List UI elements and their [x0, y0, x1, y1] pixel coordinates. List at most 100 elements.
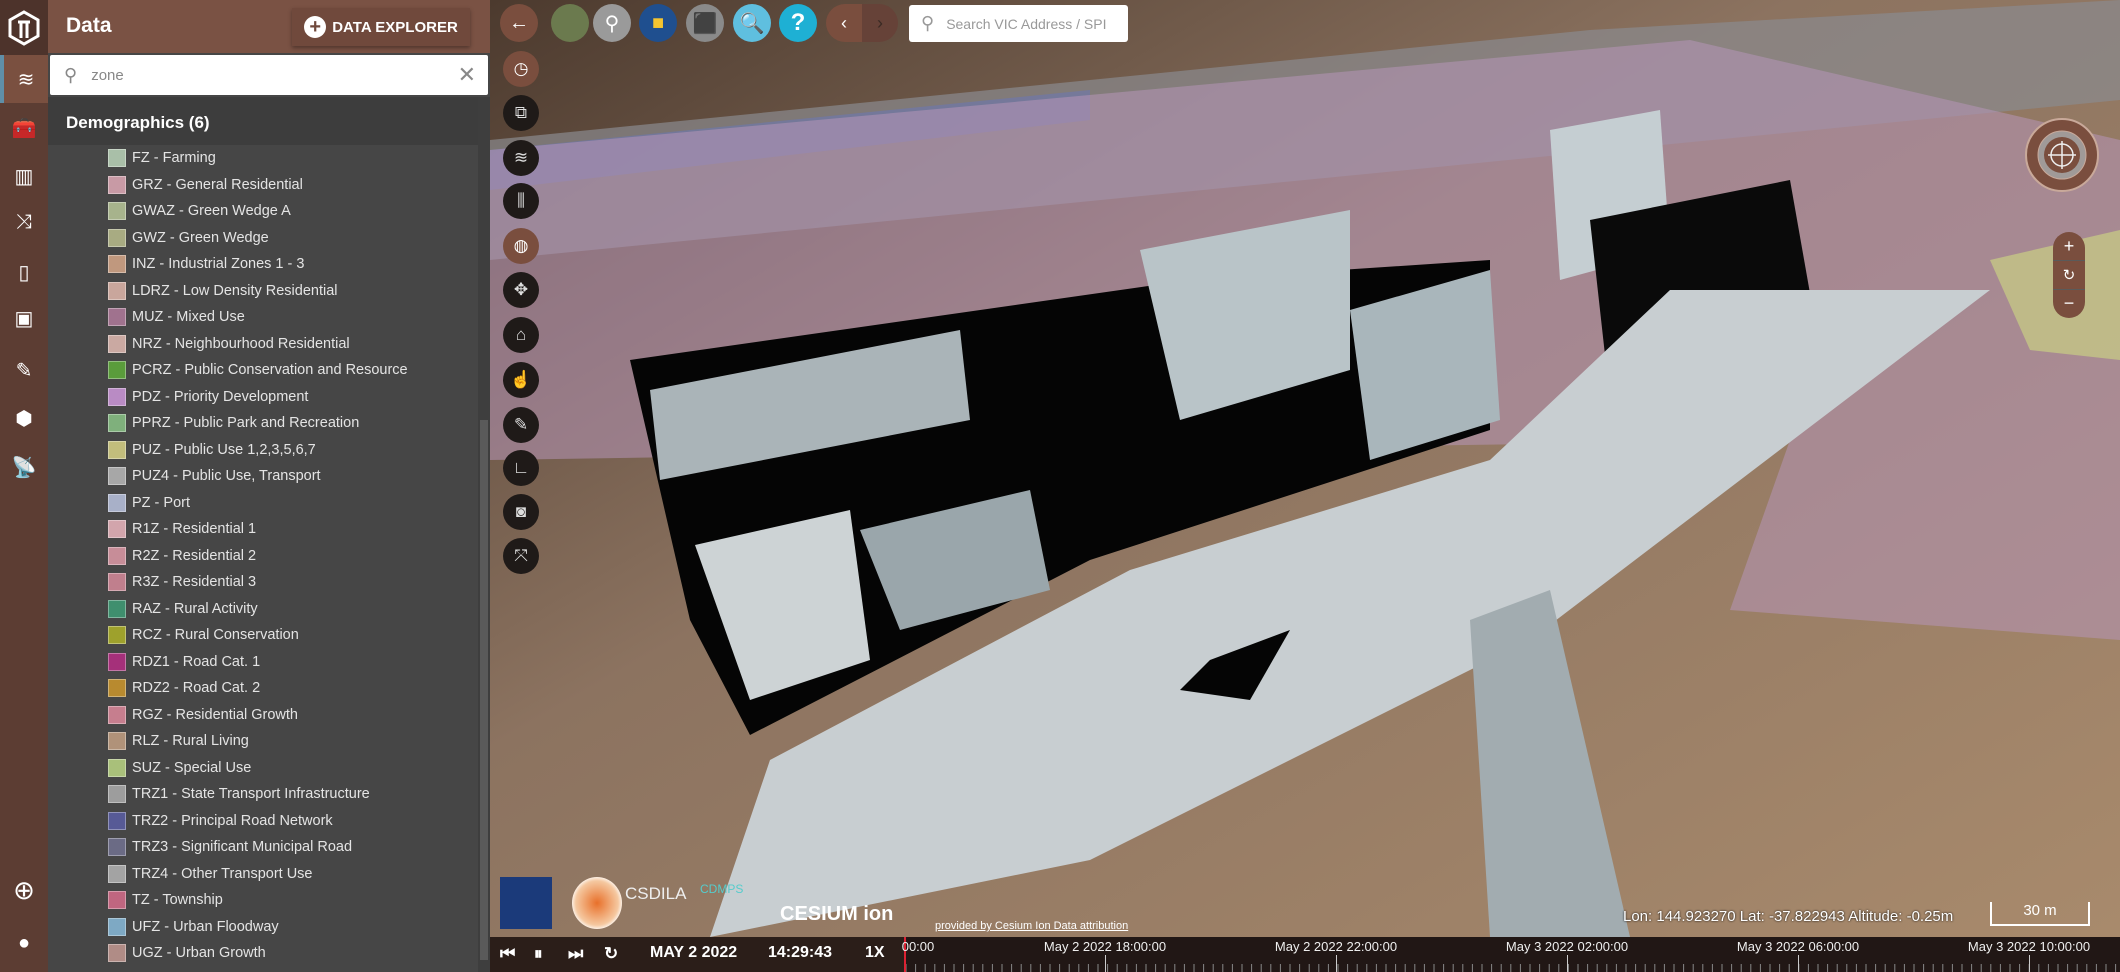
list-item[interactable]: RCZ - Rural Conservation [48, 622, 478, 649]
measure-icon[interactable]: ∟ [503, 450, 539, 486]
plus-icon[interactable]: ⊕ [0, 867, 48, 913]
pause-icon[interactable]: ⏸ [534, 944, 543, 964]
address-search[interactable]: ⚲ Search VIC Address / SPI [909, 5, 1128, 42]
search-input[interactable] [91, 66, 458, 84]
clear-search-icon[interactable]: ✕ [458, 62, 476, 88]
list-item[interactable]: RDZ2 - Road Cat. 2 [48, 675, 478, 702]
fullscreen-icon[interactable]: ⤧ [503, 538, 539, 574]
layers-icon[interactable]: ≋ [503, 140, 539, 176]
list-item[interactable]: INZ - Industrial Zones 1 - 3 [48, 251, 478, 278]
toolbox-icon[interactable]: 🧰 [0, 105, 48, 151]
user-icon[interactable]: ● [0, 920, 48, 966]
legend-swatch [108, 758, 126, 777]
building-icon[interactable]: ▯ [0, 249, 48, 295]
reset-view-icon[interactable]: ↻ [2053, 260, 2085, 290]
timeline-scrubber[interactable]: 00:00 May 2 2022 18:00:00 May 2 2022 22:0… [902, 937, 2120, 972]
ruler-pencil-icon[interactable]: ✎ [503, 407, 539, 443]
list-item[interactable]: TZ - Township [48, 887, 478, 914]
globe-search-icon[interactable]: 🔍 [733, 4, 771, 42]
list-item[interactable]: FZ - Farming [48, 145, 478, 172]
home-icon[interactable]: ⌂ [503, 317, 539, 353]
clock-icon[interactable]: ◷ [503, 51, 539, 87]
list-item[interactable]: GWAZ - Green Wedge A [48, 198, 478, 225]
list-item[interactable]: UGZ - Urban Growth [48, 940, 478, 967]
move-icon[interactable]: ✥ [503, 272, 539, 308]
globe-icon[interactable]: ◍ [503, 228, 539, 264]
list-item-label: PCRZ - Public Conservation and Resource [132, 362, 408, 379]
scrollbar-thumb[interactable] [480, 420, 488, 960]
list-item[interactable]: NRZ - Neighbourhood Residential [48, 331, 478, 358]
pointer-icon[interactable]: ☝ [503, 362, 539, 398]
buildings-icon[interactable]: ▥ [0, 153, 48, 199]
list-item[interactable]: UFZ - Urban Floodway [48, 914, 478, 941]
legend-swatch [108, 175, 126, 194]
legend-swatch [108, 202, 126, 221]
list-item-label: R1Z - Residential 1 [132, 521, 257, 538]
list-item[interactable]: R2Z - Residential 2 [48, 543, 478, 570]
boxes-icon[interactable]: ▣ [0, 295, 48, 341]
list-item[interactable]: TRZ4 - Other Transport Use [48, 861, 478, 888]
toolbox-icon[interactable]: ■ [639, 4, 677, 42]
list-item[interactable]: PCRZ - Public Conservation and Resource [48, 357, 478, 384]
university-melbourne-logo [500, 877, 552, 929]
satellite-icon[interactable]: 📡 [0, 444, 48, 490]
camera-icon[interactable]: ◙ [503, 494, 539, 530]
list-item[interactable]: GWZ - Green Wedge [48, 225, 478, 252]
list-item[interactable]: RDZ1 - Road Cat. 1 [48, 649, 478, 676]
list-item[interactable]: TRZ2 - Principal Road Network [48, 808, 478, 835]
playback-speed[interactable]: 1X [865, 944, 885, 962]
sliders-icon[interactable]: ⫼ [503, 183, 539, 219]
database-icon[interactable]: ≋ [0, 55, 48, 103]
chevron-left-icon[interactable]: ‹ [826, 4, 862, 42]
list-item[interactable]: PPRZ - Public Park and Recreation [48, 410, 478, 437]
list-item[interactable]: TRZ1 - State Transport Infrastructure [48, 781, 478, 808]
compass-icon[interactable] [2024, 117, 2100, 193]
shuffle-icon[interactable]: ⤨ [0, 199, 48, 245]
zoom-in-icon[interactable]: + [2053, 232, 2085, 260]
cubes-icon[interactable]: ⬢ [0, 395, 48, 441]
satellite-basemap-icon[interactable] [551, 4, 589, 42]
3d-cube-icon[interactable]: ⬛ [686, 4, 724, 42]
map-viewer[interactable]: ← ⚲ ■ ⬛ 🔍 ? ‹ › ⚲ Search VIC Address / S… [490, 0, 2120, 937]
loop-icon[interactable]: ↻ [604, 944, 618, 964]
list-item[interactable]: GRZ - General Residential [48, 172, 478, 199]
zoom-controls: + ↻ − [2053, 232, 2085, 318]
legend-swatch [108, 891, 126, 910]
list-item[interactable]: PDZ - Priority Development [48, 384, 478, 411]
ruler-pencil-icon[interactable]: ✎ [0, 347, 48, 393]
list-item[interactable]: PZ - Port [48, 490, 478, 517]
3d-scene [490, 0, 2120, 937]
legend-swatch [108, 785, 126, 804]
skip-back-icon[interactable]: ⏮ [500, 944, 515, 964]
help-icon[interactable]: ? [779, 4, 817, 42]
legend-swatch [108, 361, 126, 380]
category-demographics[interactable]: Demographics (6) [48, 97, 478, 145]
list-item[interactable]: MUZ - Mixed Use [48, 304, 478, 331]
legend-swatch [108, 732, 126, 751]
data-explorer-button[interactable]: + DATA EXPLORER [292, 8, 470, 46]
list-item[interactable]: SUZ - Special Use [48, 755, 478, 782]
list-item[interactable]: RLZ - Rural Living [48, 728, 478, 755]
data-attribution-link[interactable]: provided by Cesium Ion Data attribution [935, 920, 1128, 932]
cesium-ion-logo: CESIUM ion [780, 903, 894, 925]
list-item[interactable]: LDRZ - Low Density Residential [48, 278, 478, 305]
list-item[interactable]: TRZ3 - Significant Municipal Road [48, 834, 478, 861]
street-view-icon[interactable]: ⚲ [593, 4, 631, 42]
csdila-logo [572, 877, 622, 929]
list-item-label: PZ - Port [132, 494, 191, 511]
legend-swatch [108, 599, 126, 618]
zoom-out-icon[interactable]: − [2053, 290, 2085, 318]
list-item[interactable]: R3Z - Residential 3 [48, 569, 478, 596]
split-screen-icon[interactable]: ⧉ [503, 95, 539, 131]
search-icon: ⚲ [64, 64, 78, 85]
list-item[interactable]: R1Z - Residential 1 [48, 516, 478, 543]
list-item[interactable]: RAZ - Rural Activity [48, 596, 478, 623]
list-item[interactable]: PUZ - Public Use 1,2,3,5,6,7 [48, 437, 478, 464]
app-logo[interactable] [0, 0, 48, 55]
list-item[interactable]: RGZ - Residential Growth [48, 702, 478, 729]
timeline-major-tick [1567, 955, 1568, 972]
list-item-label: GWZ - Green Wedge [132, 229, 269, 246]
list-item[interactable]: PUZ4 - Public Use, Transport [48, 463, 478, 490]
back-arrow-icon[interactable]: ← [500, 4, 538, 42]
skip-forward-icon[interactable]: ⏭ [568, 944, 583, 964]
